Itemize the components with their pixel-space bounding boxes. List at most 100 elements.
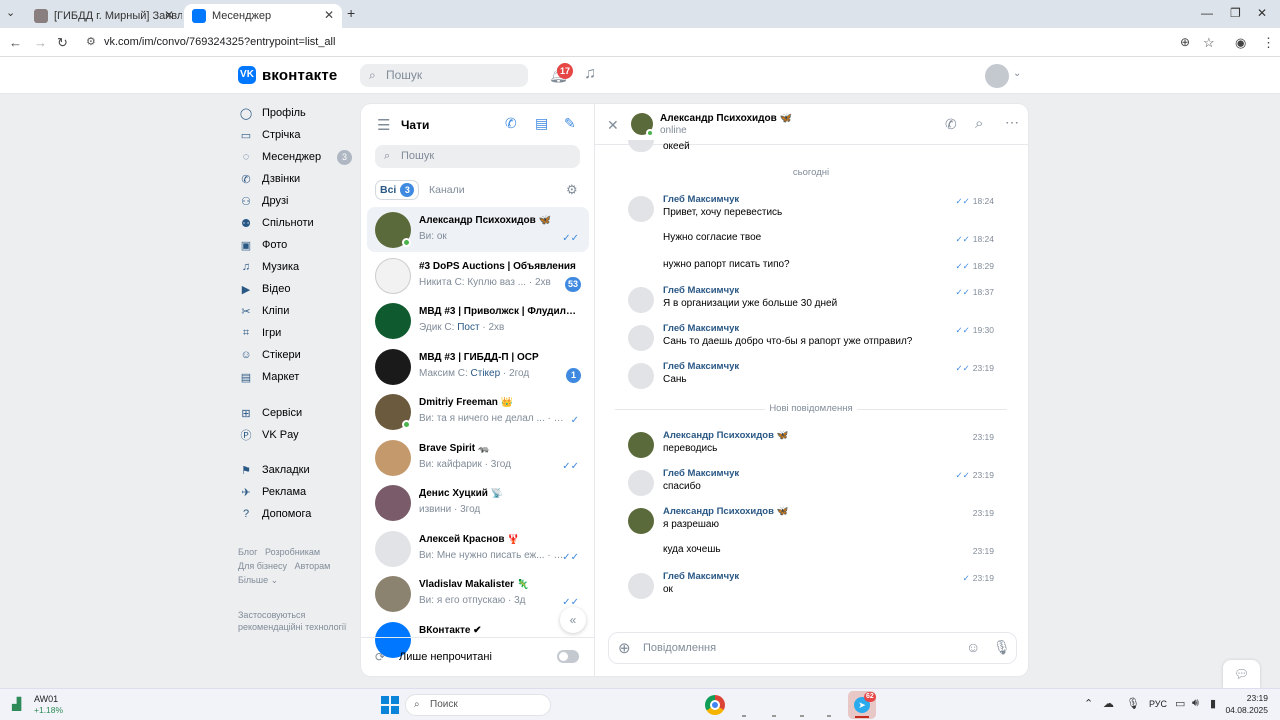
message-item[interactable]: Глеб Максимчук Сань то даешь добро что-бы… bbox=[628, 323, 994, 353]
stock-name[interactable]: AW01 bbox=[34, 694, 58, 704]
message-item[interactable]: Александр Психохидов 🦋 переводись 23:19 bbox=[628, 430, 994, 460]
menu-item-bookmark[interactable]: ⚑ Закладки bbox=[238, 459, 354, 481]
chat-list-item[interactable]: МВД #3 | ГИБДД-П | ОСР Максим С: Стікер ·… bbox=[367, 344, 589, 389]
contact-name[interactable]: Александр Психохидов 🦋 bbox=[660, 113, 792, 124]
message-item[interactable]: Глеб Максимчук ок ✓ 23:19 bbox=[628, 571, 994, 601]
profile-icon[interactable]: ◉ bbox=[1235, 35, 1246, 51]
footer-blog-link[interactable]: Блог bbox=[238, 547, 257, 557]
microphone-icon[interactable]: 🎙︎ bbox=[1126, 697, 1140, 710]
bookmark-star-icon[interactable]: ☆ bbox=[1203, 35, 1215, 51]
close-tab-icon[interactable]: ✕ bbox=[164, 8, 174, 22]
chat-list-item[interactable]: Александр Психохидов 🦋 Ви: ок ✓✓ bbox=[367, 207, 589, 252]
menu-item-games[interactable]: ⌗ Ігри bbox=[238, 322, 354, 344]
menu-item-video[interactable]: ▶ Відео bbox=[238, 278, 354, 300]
menu-item-help[interactable]: ? Допомога bbox=[238, 503, 354, 525]
maximize-icon[interactable]: ❐ bbox=[1230, 6, 1241, 20]
tray-chevron-icon[interactable]: ⌃ bbox=[1084, 697, 1093, 710]
attach-icon[interactable]: ⊕ bbox=[618, 639, 631, 657]
message-author[interactable]: Глеб Максимчук bbox=[663, 361, 739, 372]
menu-item-chat[interactable]: ◌ Месенджер 3 bbox=[238, 146, 354, 168]
collapse-list-icon[interactable]: « bbox=[560, 607, 586, 633]
emoji-icon[interactable]: ☺ bbox=[966, 639, 980, 655]
tab-all[interactable]: Всі 3 bbox=[375, 180, 420, 200]
clock-time[interactable]: 23:19 bbox=[1228, 693, 1268, 703]
menu-item-friends[interactable]: ⚇ Друзі bbox=[238, 190, 354, 212]
windows-start-icon[interactable] bbox=[381, 696, 399, 714]
chevron-down-icon[interactable]: ⌄ bbox=[1013, 68, 1021, 79]
message-item[interactable]: Александр Психохидов 🦋 я разрешаю 23:19 bbox=[628, 506, 994, 536]
chat-bubble-icon[interactable]: 💬︎ bbox=[1223, 660, 1260, 688]
message-author[interactable]: Александр Психохидов 🦋 bbox=[663, 506, 788, 517]
minimize-icon[interactable]: — bbox=[1201, 6, 1213, 20]
menu-item-services[interactable]: ⊞ Сервіси bbox=[238, 402, 354, 424]
menu-item-sticker[interactable]: ☺ Стікери bbox=[238, 344, 354, 366]
message-author[interactable]: Глеб Максимчук bbox=[663, 468, 739, 479]
unread-only-toggle[interactable] bbox=[557, 650, 579, 663]
message-item[interactable]: Нужно согласие твое ✓✓ 18:24 bbox=[629, 232, 994, 262]
vk-logo-icon[interactable]: VK bbox=[238, 66, 256, 84]
taskbar-search-input[interactable]: ⌕ Поиск bbox=[405, 694, 551, 716]
call-icon[interactable]: ✆ bbox=[945, 116, 957, 133]
chat-list-item[interactable]: #3 DoPS Auctions | Объявления Никита С: К… bbox=[367, 253, 589, 298]
message-avatar[interactable] bbox=[628, 287, 654, 313]
message-item[interactable]: Глеб Максимчук Привет, хочу перевестись ✓✓… bbox=[628, 194, 994, 224]
chat-list-item[interactable]: Vladislav Makalister 🦎 Ви: я его отпускаю… bbox=[367, 571, 589, 616]
menu-dots-icon[interactable]: ⋮ bbox=[1262, 35, 1275, 51]
message-item[interactable]: Глеб Максимчук Сань ✓✓ 23:19 bbox=[628, 361, 994, 391]
chrome-taskbar-icon[interactable] bbox=[705, 695, 725, 715]
menu-item-photo[interactable]: ▣ Фото bbox=[238, 234, 354, 256]
message-avatar[interactable] bbox=[628, 470, 654, 496]
footer-authors-link[interactable]: Авторам bbox=[295, 561, 331, 571]
user-avatar[interactable] bbox=[985, 64, 1009, 88]
forward-icon[interactable]: → bbox=[34, 35, 47, 50]
settings-gear-icon[interactable]: ⚙ bbox=[566, 182, 578, 198]
compose-icon[interactable]: ✎ bbox=[564, 115, 576, 132]
chat-list-item[interactable]: МВД #3 | Приволжск | Флудилка ... Эдик С:… bbox=[367, 298, 589, 343]
menu-item-feed[interactable]: ▭ Стрічка bbox=[238, 124, 354, 146]
message-author[interactable]: Глеб Максимчук bbox=[663, 571, 739, 582]
footer-business-link[interactable]: Для бізнесу bbox=[238, 561, 287, 571]
network-icon[interactable]: ▭ bbox=[1175, 697, 1185, 710]
footer-more-link[interactable]: Більше bbox=[238, 575, 268, 585]
more-icon[interactable]: ⋯ bbox=[1005, 114, 1019, 131]
music-player-icon[interactable]: ♫ bbox=[584, 65, 596, 83]
chat-list-item[interactable]: Денис Хуцкий 📡 извини · 3год bbox=[367, 480, 589, 525]
cloud-icon[interactable]: ☁ bbox=[1103, 697, 1114, 710]
message-item[interactable]: Глеб Максимчук Я в организации уже больше… bbox=[628, 285, 994, 315]
message-author[interactable]: Глеб Максимчук bbox=[663, 285, 739, 296]
message-avatar[interactable] bbox=[628, 363, 654, 389]
zoom-icon[interactable]: ⊕ bbox=[1180, 35, 1190, 49]
menu-item-user[interactable]: ◯ Профіль bbox=[238, 102, 354, 124]
archive-icon[interactable]: ▤ bbox=[535, 115, 548, 132]
message-item[interactable]: куда хочешь 23:19 bbox=[629, 544, 994, 574]
reload-icon[interactable]: ↻ bbox=[57, 35, 68, 51]
search-icon[interactable]: ⌕ bbox=[975, 115, 983, 132]
battery-icon[interactable]: ▮ bbox=[1210, 697, 1216, 710]
message-input[interactable]: Повідомлення bbox=[643, 642, 716, 654]
message-avatar[interactable] bbox=[628, 196, 654, 222]
menu-item-groups[interactable]: ⚉ Спільноти bbox=[238, 212, 354, 234]
vk-logo-text[interactable]: вконтакте bbox=[262, 67, 337, 84]
message-avatar[interactable] bbox=[628, 573, 654, 599]
header-search-input[interactable]: ⌕ Пошук bbox=[360, 64, 528, 87]
hamburger-icon[interactable]: ☰ bbox=[377, 116, 390, 134]
message-author[interactable]: Глеб Максимчук bbox=[663, 194, 739, 205]
chat-list-item[interactable]: Dmitriy Freeman 👑 Ви: та я ничего не дела… bbox=[367, 389, 589, 434]
message-avatar[interactable] bbox=[628, 432, 654, 458]
telegram-taskbar-button[interactable]: ➤ 62 bbox=[848, 691, 876, 719]
close-conversation-icon[interactable]: ✕ bbox=[607, 117, 619, 134]
microphone-icon[interactable]: 🎙︎ bbox=[993, 639, 1011, 656]
chat-search-input[interactable]: ⌕ Пошук bbox=[375, 145, 580, 168]
close-window-icon[interactable]: ✕ bbox=[1257, 6, 1267, 20]
back-icon[interactable]: ← bbox=[9, 35, 22, 50]
message-author[interactable]: Глеб Максимчук bbox=[663, 323, 739, 334]
browser-tab-2[interactable]: Месенджер ✕ bbox=[184, 4, 342, 28]
new-tab-icon[interactable]: + bbox=[347, 5, 355, 21]
menu-item-clips[interactable]: ✂ Кліпи bbox=[238, 300, 354, 322]
volume-icon[interactable]: 🔊︎ bbox=[1192, 697, 1199, 710]
footer-devs-link[interactable]: Розробникам bbox=[265, 547, 320, 557]
message-avatar[interactable] bbox=[628, 508, 654, 534]
menu-item-music[interactable]: ♫ Музика bbox=[238, 256, 354, 278]
menu-item-ads[interactable]: ✈ Реклама bbox=[238, 481, 354, 503]
menu-item-vkpay[interactable]: Ⓟ VK Pay bbox=[238, 424, 354, 446]
